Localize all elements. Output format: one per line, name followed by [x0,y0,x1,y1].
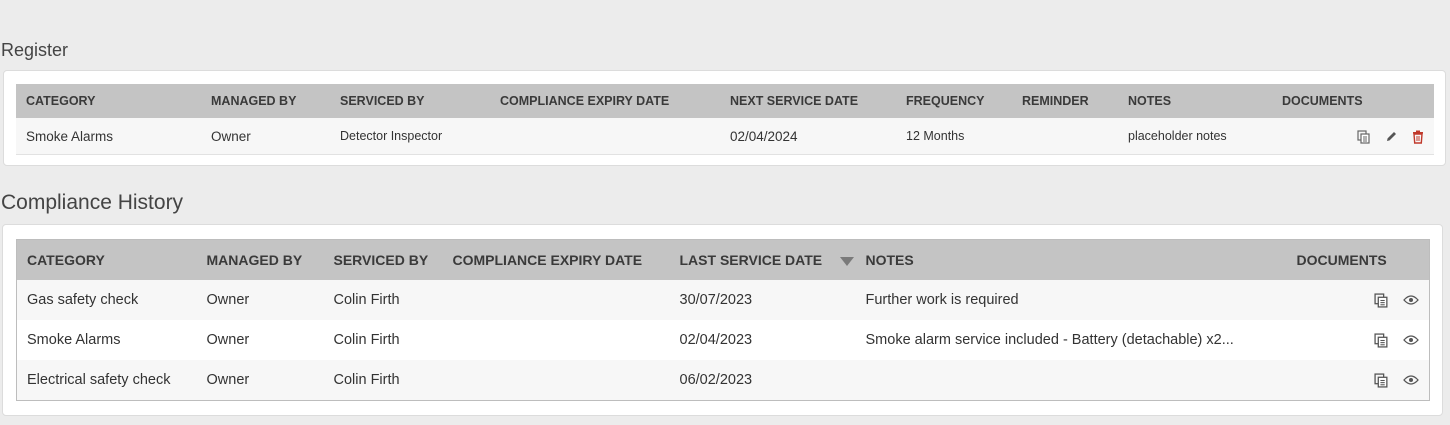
delete-icon[interactable] [1412,130,1424,144]
history-documents-actions [1286,280,1430,320]
history-notes [855,360,1287,401]
register-col-managed-by[interactable]: MANAGED BY [201,84,330,118]
history-managed-by: Owner [196,280,324,320]
history-serviced-by: Colin Firth [323,360,443,401]
history-category: Electrical safety check [16,360,197,401]
sort-down-icon[interactable] [840,256,855,266]
copy-icon[interactable] [1374,333,1389,348]
history-notes: Further work is required [855,280,1287,320]
history-row[interactable]: Gas safety check Owner Colin Firth 30/07… [16,280,1430,320]
history-managed-by: Owner [196,360,324,401]
register-col-reminder[interactable]: REMINDER [1012,84,1118,118]
register-col-frequency[interactable]: FREQUENCY [896,84,1012,118]
history-col-notes[interactable]: NOTES [855,239,1287,280]
register-col-documents: DOCUMENTS [1272,84,1434,118]
register-reminder [1012,118,1118,155]
view-icon[interactable] [1403,294,1419,306]
view-icon[interactable] [1403,374,1419,386]
history-documents-actions [1286,360,1430,401]
history-last-service: 06/02/2023 [669,360,856,401]
history-category: Smoke Alarms [16,320,197,360]
history-col-serviced-by[interactable]: SERVICED BY [323,239,443,280]
history-header-row: CATEGORY MANAGED BY SERVICED BY COMPLIAN… [16,239,1430,280]
history-row[interactable]: Smoke Alarms Owner Colin Firth 02/04/202… [16,320,1430,360]
history-col-last-service-label: LAST SERVICE DATE [679,252,823,268]
register-col-compliance-expiry[interactable]: COMPLIANCE EXPIRY DATE [490,84,720,118]
compliance-history-table: CATEGORY MANAGED BY SERVICED BY COMPLIAN… [16,239,1430,401]
register-notes: placeholder notes [1118,118,1272,155]
register-card: CATEGORY MANAGED BY SERVICED BY COMPLIAN… [3,70,1446,166]
history-last-service: 02/04/2023 [669,320,856,360]
register-row[interactable]: Smoke Alarms Owner Detector Inspector 02… [16,118,1434,155]
edit-icon[interactable] [1385,130,1398,143]
history-documents-actions [1286,320,1430,360]
register-managed-by: Owner [201,118,330,155]
history-compliance-expiry [442,360,670,401]
copy-icon[interactable] [1374,293,1389,308]
history-category: Gas safety check [16,280,197,320]
history-notes: Smoke alarm service included - Battery (… [855,320,1287,360]
history-col-documents: DOCUMENTS [1286,239,1430,280]
register-next-service: 02/04/2024 [720,118,896,155]
register-compliance-expiry [490,118,720,155]
register-header-row: CATEGORY MANAGED BY SERVICED BY COMPLIAN… [16,84,1434,118]
history-row[interactable]: Electrical safety check Owner Colin Firt… [16,360,1430,401]
history-col-last-service[interactable]: LAST SERVICE DATE [669,239,856,280]
view-icon[interactable] [1403,334,1419,346]
register-title: Register [1,40,69,60]
history-col-compliance-expiry[interactable]: COMPLIANCE EXPIRY DATE [442,239,670,280]
history-compliance-expiry [442,280,670,320]
history-compliance-expiry [442,320,670,360]
history-serviced-by: Colin Firth [323,280,443,320]
register-col-next-service[interactable]: NEXT SERVICE DATE [720,84,896,118]
register-documents-actions [1272,118,1434,155]
register-category: Smoke Alarms [16,118,201,155]
register-serviced-by: Detector Inspector [330,118,490,155]
register-table: CATEGORY MANAGED BY SERVICED BY COMPLIAN… [16,84,1434,155]
register-col-notes[interactable]: NOTES [1118,84,1272,118]
compliance-history-title: Compliance History [1,191,184,214]
register-col-category[interactable]: CATEGORY [16,84,201,118]
history-col-category[interactable]: CATEGORY [16,239,197,280]
history-managed-by: Owner [196,320,324,360]
register-col-serviced-by[interactable]: SERVICED BY [330,84,490,118]
copy-icon[interactable] [1357,130,1371,144]
copy-icon[interactable] [1374,373,1389,388]
compliance-history-card: CATEGORY MANAGED BY SERVICED BY COMPLIAN… [2,224,1443,416]
history-serviced-by: Colin Firth [323,320,443,360]
register-frequency: 12 Months [896,118,1012,155]
history-last-service: 30/07/2023 [669,280,856,320]
history-col-managed-by[interactable]: MANAGED BY [196,239,324,280]
